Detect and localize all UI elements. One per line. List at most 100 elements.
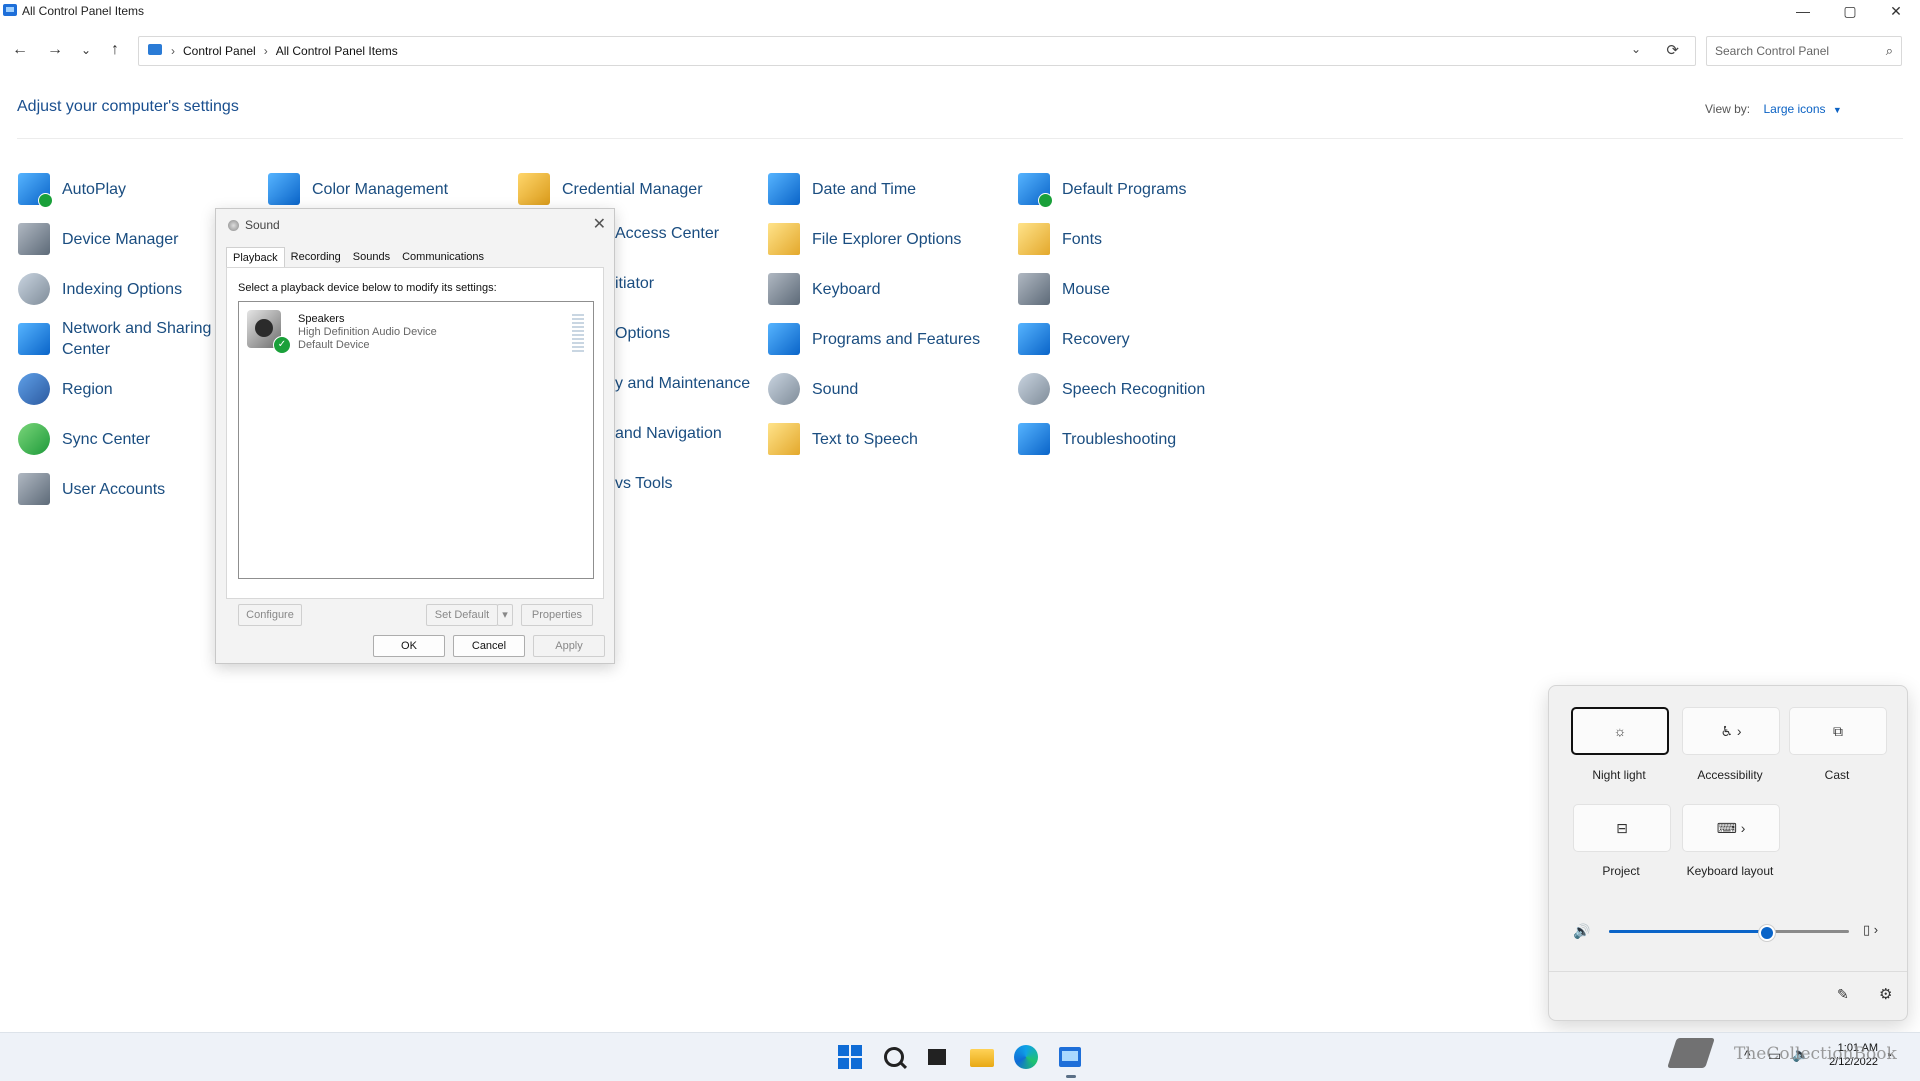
minimize-button[interactable]: — bbox=[1780, 0, 1826, 22]
cp-item-label: Sync Center bbox=[62, 430, 151, 448]
cp-item-label: Fonts bbox=[1062, 230, 1103, 248]
cast-toggle[interactable]: ⧉ bbox=[1789, 707, 1887, 755]
task-view-icon[interactable] bbox=[928, 1049, 946, 1065]
edge-browser-icon[interactable] bbox=[1014, 1045, 1038, 1069]
cp-item-sound[interactable]: Sound bbox=[768, 373, 858, 405]
caret-down-icon[interactable]: ▼ bbox=[1833, 105, 1842, 115]
view-by-dropdown[interactable]: Large icons bbox=[1763, 102, 1825, 116]
set-default-dropdown[interactable]: ▾ bbox=[497, 604, 513, 626]
list-item[interactable]: ✓ Speakers High Definition Audio Device … bbox=[245, 308, 585, 356]
night-light-toggle[interactable]: ☼ bbox=[1571, 707, 1669, 755]
cp-item-region[interactable]: Region bbox=[18, 373, 113, 405]
ok-button[interactable]: OK bbox=[373, 635, 445, 657]
cp-item-credential-manager[interactable]: Credential Manager bbox=[518, 173, 703, 205]
sync-center-icon bbox=[18, 423, 50, 455]
device-manager-icon bbox=[18, 223, 50, 255]
cp-item-taskbar-navigation[interactable]: and Navigation bbox=[615, 423, 722, 444]
cp-item-default-programs[interactable]: Default Programs bbox=[1018, 173, 1187, 208]
volume-icon[interactable]: 🔊 bbox=[1573, 923, 1590, 940]
playback-device-list[interactable]: ✓ Speakers High Definition Audio Device … bbox=[238, 301, 594, 579]
breadcrumb-separator[interactable]: › bbox=[171, 44, 175, 58]
maximize-button[interactable]: ▢ bbox=[1827, 0, 1873, 22]
keyboard-layout-toggle[interactable]: ⌨ › bbox=[1682, 804, 1780, 852]
cp-item-label: Mouse bbox=[1062, 280, 1111, 298]
cp-item-autoplay[interactable]: AutoPlay bbox=[18, 173, 126, 208]
search-input[interactable]: Search Control Panel ⌕ bbox=[1706, 36, 1902, 66]
cp-item-windows-tools[interactable]: vs Tools bbox=[615, 473, 673, 494]
sound-dialog: Sound ✕ Playback Recording Sounds Commun… bbox=[215, 208, 615, 664]
cp-item-iscsi-initiator[interactable]: itiator bbox=[615, 273, 654, 294]
cp-item-ease-of-access-center[interactable]: Access Center bbox=[615, 223, 719, 244]
volume-slider-thumb[interactable] bbox=[1759, 925, 1776, 941]
address-bar[interactable]: › Control Panel › All Control Panel Item… bbox=[138, 36, 1696, 66]
cp-item-fonts[interactable]: Fonts bbox=[1018, 223, 1102, 255]
book-logo-watermark bbox=[1668, 1032, 1714, 1076]
recent-locations-button[interactable]: ⌄ bbox=[74, 38, 98, 62]
project-toggle[interactable]: ⊟ bbox=[1573, 804, 1671, 852]
cp-item-device-manager[interactable]: Device Manager bbox=[18, 223, 179, 255]
breadcrumb-control-panel[interactable]: Control Panel bbox=[183, 44, 256, 58]
cp-item-security-maintenance[interactable]: y and Maintenance bbox=[615, 373, 750, 394]
cp-item-color-management[interactable]: Color Management bbox=[268, 173, 448, 205]
cp-item-file-explorer-options[interactable]: File Explorer Options bbox=[768, 223, 961, 255]
cp-item-user-accounts[interactable]: User Accounts bbox=[18, 473, 165, 505]
chevron-down-icon[interactable]: ⌄ bbox=[1631, 42, 1641, 56]
cp-item-power-options[interactable]: Options bbox=[615, 323, 670, 344]
title-bar: All Control Panel Items — ▢ ✕ bbox=[0, 0, 1920, 22]
cp-item-speech-recognition[interactable]: Speech Recognition bbox=[1018, 373, 1205, 405]
breadcrumb-all-items[interactable]: All Control Panel Items bbox=[276, 44, 398, 58]
back-button[interactable]: ← bbox=[8, 38, 32, 62]
cp-item-label: File Explorer Options bbox=[812, 230, 962, 248]
gear-icon[interactable]: ⚙ bbox=[1879, 985, 1892, 1003]
cp-item-programs-features[interactable]: Programs and Features bbox=[768, 323, 980, 355]
cp-item-indexing-options[interactable]: Indexing Options bbox=[18, 273, 182, 305]
cast-label: Cast bbox=[1824, 768, 1850, 782]
cancel-button[interactable]: Cancel bbox=[453, 635, 525, 657]
cp-item-label: itiator bbox=[615, 275, 655, 292]
night-light-label: Night light bbox=[1592, 768, 1646, 782]
tab-sounds[interactable]: Sounds bbox=[347, 247, 396, 268]
cp-item-recovery[interactable]: Recovery bbox=[1018, 323, 1130, 355]
forward-button[interactable]: → bbox=[43, 38, 67, 62]
autoplay-icon bbox=[18, 173, 53, 208]
speech-recognition-icon bbox=[1018, 373, 1050, 405]
default-device-check-icon: ✓ bbox=[273, 336, 291, 354]
cp-item-label: Recovery bbox=[1062, 330, 1130, 348]
set-default-button[interactable]: Set Default bbox=[426, 604, 498, 626]
start-button[interactable] bbox=[838, 1045, 862, 1069]
tab-recording[interactable]: Recording bbox=[285, 247, 347, 268]
breadcrumb-separator[interactable]: › bbox=[264, 44, 268, 58]
tab-playback[interactable]: Playback bbox=[226, 247, 285, 268]
volume-slider[interactable] bbox=[1609, 925, 1849, 941]
tab-communications[interactable]: Communications bbox=[396, 247, 490, 268]
cp-item-label: Options bbox=[615, 325, 671, 342]
cp-item-label: Date and Time bbox=[812, 180, 917, 198]
file-explorer-icon[interactable] bbox=[970, 1049, 994, 1067]
watermark-text: TheCollectionBook bbox=[1734, 1044, 1897, 1064]
text-to-speech-icon bbox=[768, 423, 800, 455]
control-panel-taskbar-icon[interactable] bbox=[1059, 1047, 1081, 1067]
audio-output-select[interactable]: ▯ › bbox=[1863, 922, 1878, 938]
configure-button[interactable]: Configure bbox=[238, 604, 302, 626]
search-icon[interactable]: ⌕ bbox=[1886, 43, 1893, 59]
apply-button[interactable]: Apply bbox=[533, 635, 605, 657]
cp-item-network-sharing[interactable]: Network and Sharing Center bbox=[18, 318, 218, 360]
properties-button[interactable]: Properties bbox=[521, 604, 593, 626]
refresh-icon[interactable]: ⟳ bbox=[1666, 41, 1679, 59]
cp-item-keyboard[interactable]: Keyboard bbox=[768, 273, 881, 305]
cp-item-date-time[interactable]: Date and Time bbox=[768, 173, 916, 205]
cp-item-label: Device Manager bbox=[62, 230, 179, 248]
page-title: Adjust your computer's settings bbox=[17, 98, 239, 115]
accessibility-toggle[interactable]: ♿ › bbox=[1682, 707, 1780, 755]
cp-item-troubleshooting[interactable]: Troubleshooting bbox=[1018, 423, 1176, 455]
search-icon[interactable] bbox=[884, 1047, 904, 1067]
cp-item-text-to-speech[interactable]: Text to Speech bbox=[768, 423, 918, 455]
edit-quick-settings-icon[interactable]: ✎ bbox=[1837, 986, 1849, 1003]
control-panel-icon bbox=[3, 4, 17, 16]
dialog-title: Sound bbox=[245, 218, 280, 232]
cp-item-mouse[interactable]: Mouse bbox=[1018, 273, 1110, 305]
close-button[interactable]: ✕ bbox=[1873, 0, 1919, 22]
dialog-close-button[interactable]: ✕ bbox=[593, 214, 606, 234]
cp-item-sync-center[interactable]: Sync Center bbox=[18, 423, 150, 455]
up-button[interactable]: ↑ bbox=[103, 38, 127, 62]
